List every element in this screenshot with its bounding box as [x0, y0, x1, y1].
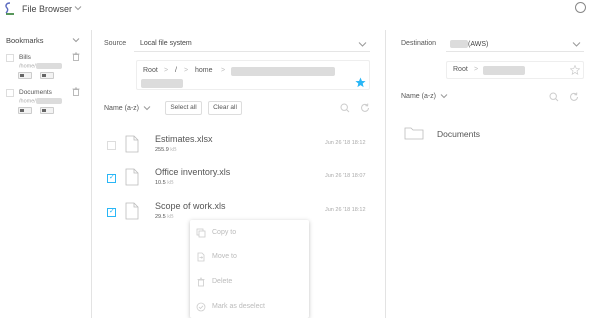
- search-icon[interactable]: [549, 92, 559, 104]
- chevron-down-icon: [143, 106, 151, 111]
- breadcrumb-slash[interactable]: /: [175, 67, 177, 74]
- chevron-down-icon[interactable]: [74, 4, 82, 14]
- breadcrumb-redacted: [231, 67, 335, 76]
- destination-label: Destination: [401, 40, 437, 47]
- folder-name: Documents: [437, 129, 480, 139]
- star-icon[interactable]: [569, 64, 581, 77]
- file-row[interactable]: Estimates.xlsx 255.9 kB Jun 26 '18 18:12: [104, 131, 376, 161]
- check-circle-icon: [196, 302, 206, 314]
- trash-icon[interactable]: [72, 52, 80, 63]
- context-menu: Copy to Move to Delete Mark as deselect: [190, 220, 309, 318]
- app-title: File Browser: [22, 4, 73, 14]
- file-checkbox-checked[interactable]: [107, 207, 116, 217]
- file-size: 10.5 kB: [155, 180, 174, 186]
- breadcrumb-redacted: [483, 66, 525, 75]
- chevron-right-icon: >: [474, 66, 479, 73]
- file-date: Jun 26 '18 18:07: [325, 173, 366, 179]
- bookmark-name: Bills: [19, 54, 31, 61]
- bookmark-path: /home/: [19, 98, 62, 104]
- destination-select-value: (AWS): [450, 40, 488, 48]
- source-label: Source: [104, 40, 127, 47]
- status-circle-icon[interactable]: [575, 2, 586, 13]
- trash-icon: [196, 277, 206, 289]
- menu-item-mark-as-deselect[interactable]: Mark as deselect: [190, 295, 309, 318]
- file-name: Estimates.xlsx: [155, 134, 213, 144]
- sort-select[interactable]: Name (a-z): [401, 92, 448, 100]
- folder-row[interactable]: [404, 124, 584, 144]
- chevron-right-icon: >: [164, 67, 169, 74]
- file-checkbox[interactable]: [107, 141, 116, 150]
- file-size: 29.5 kB: [155, 214, 174, 220]
- file-row[interactable]: Office inventory.xls 10.5 kB Jun 26 '18 …: [104, 164, 376, 194]
- bookmark-item[interactable]: Bills /home/: [6, 52, 86, 88]
- source-select-value: Local file system: [140, 40, 192, 47]
- breadcrumb-root[interactable]: Root: [453, 66, 468, 73]
- bookmark-item[interactable]: Documents /home/: [6, 87, 86, 123]
- select-all-button[interactable]: Select all: [165, 101, 202, 115]
- app-header: File Browser: [0, 0, 590, 20]
- bookmark-checkbox[interactable]: [6, 89, 14, 97]
- refresh-icon[interactable]: [569, 92, 579, 104]
- chevron-down-icon: [440, 94, 448, 99]
- bookmark-toggle[interactable]: [18, 107, 32, 114]
- bookmark-toggle[interactable]: [40, 72, 54, 79]
- file-date: Jun 26 '18 18:12: [325, 140, 366, 146]
- menu-item-copy-to[interactable]: Copy to: [190, 221, 309, 245]
- breadcrumb-home[interactable]: home: [195, 67, 213, 74]
- file-icon: [125, 135, 139, 155]
- file-checkbox-checked[interactable]: [107, 173, 116, 183]
- file-name: Office inventory.xls: [155, 167, 231, 177]
- trash-icon[interactable]: [72, 87, 80, 98]
- breadcrumb-redacted: [141, 79, 183, 88]
- file-size: 255.9 kB: [155, 147, 177, 153]
- breadcrumb-root[interactable]: Root: [143, 67, 158, 74]
- menu-item-move-to[interactable]: Move to: [190, 245, 309, 269]
- folder-icon: [404, 126, 424, 142]
- bookmarks-title: Bookmarks: [6, 36, 44, 45]
- bookmark-name: Documents: [19, 89, 52, 96]
- chevron-down-icon: [572, 40, 581, 50]
- destination-breadcrumb: Root >: [446, 61, 584, 79]
- chevron-down-icon: [358, 40, 367, 50]
- move-icon: [196, 252, 206, 264]
- search-icon[interactable]: [340, 103, 350, 115]
- copy-icon: [196, 228, 206, 240]
- file-icon: [125, 202, 139, 222]
- file-icon: [125, 168, 139, 188]
- destination-select[interactable]: (AWS): [446, 36, 584, 52]
- bookmark-path: /home/: [19, 63, 62, 69]
- sidebar-divider: [91, 30, 92, 318]
- file-date: Jun 26 '18 18:12: [325, 207, 366, 213]
- source-select[interactable]: Local file system: [134, 36, 370, 52]
- chevron-down-icon[interactable]: [72, 36, 80, 46]
- bookmark-checkbox[interactable]: [6, 54, 14, 62]
- chevron-right-icon: >: [184, 67, 189, 74]
- app-logo-icon: [4, 2, 16, 16]
- source-breadcrumb: Root > / > home >: [136, 60, 370, 90]
- bookmark-toggle[interactable]: [18, 72, 32, 79]
- menu-item-delete[interactable]: Delete: [190, 270, 309, 294]
- refresh-icon[interactable]: [360, 103, 370, 115]
- panel-divider: [385, 30, 386, 318]
- sort-select[interactable]: Name (a-z): [104, 104, 151, 112]
- clear-all-button[interactable]: Clear all: [208, 101, 242, 115]
- file-name: Scope of work.xls: [155, 201, 226, 211]
- bookmark-toggle[interactable]: [40, 107, 54, 114]
- chevron-right-icon: >: [221, 67, 226, 74]
- star-icon[interactable]: [355, 77, 366, 90]
